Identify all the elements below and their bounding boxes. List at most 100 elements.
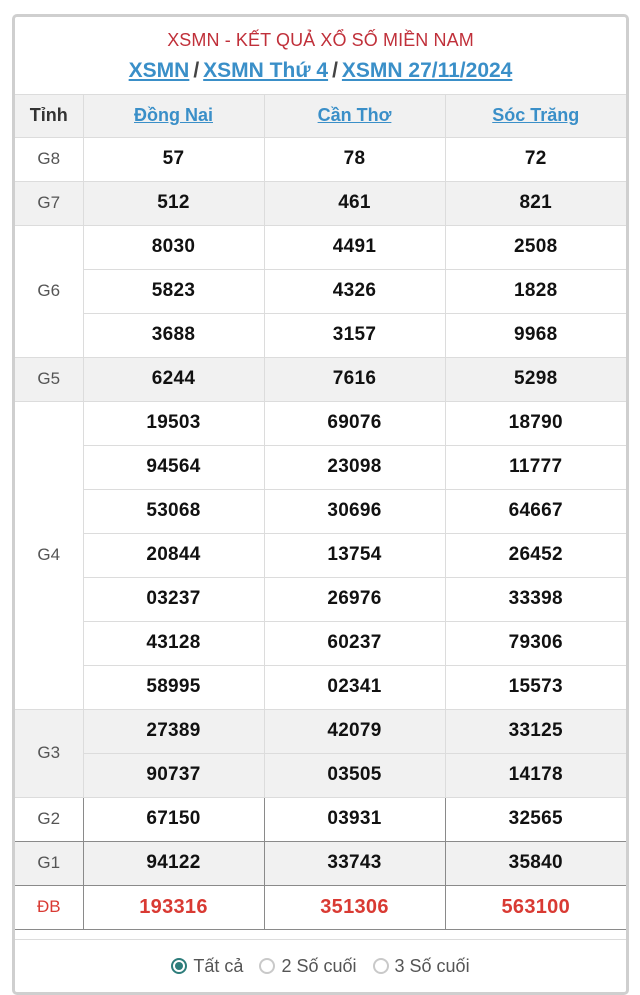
prize-number: 27389 [82, 708, 265, 754]
page-title: XSMN - KẾT QUẢ XỔ SỐ MIỀN NAM [167, 30, 474, 50]
prize-number: 79306 [444, 620, 626, 666]
prize-number: 03931 [263, 796, 446, 842]
prize-label: ĐB [15, 884, 84, 930]
prize-number: 461 [263, 180, 446, 226]
prize-number: 5298 [444, 356, 626, 402]
prize-number: 3688 [83, 312, 265, 358]
filter-option-all[interactable]: Tất cả [171, 956, 243, 977]
table-row: ĐB 193316 351306 563100 [15, 884, 626, 930]
prize-number: 13754 [263, 532, 446, 578]
prize-number: 67150 [82, 796, 265, 842]
prize-number: 33743 [263, 840, 446, 886]
prize-label: G3 [15, 708, 84, 798]
prize-number: 72 [444, 136, 626, 182]
table-row: G3 27389 42079 33125 [15, 708, 626, 798]
column-header-dong-nai: Đồng Nai [82, 95, 265, 138]
prize-label: G1 [15, 840, 84, 886]
radio-unselected-icon[interactable] [372, 958, 389, 974]
prize-number: 1828 [444, 268, 626, 314]
prize-number: 33125 [444, 708, 626, 754]
filter-option-last-3[interactable]: 3 Số cuối [372, 955, 470, 977]
prize-label: G4 [15, 400, 84, 710]
prize-number: 58995 [83, 664, 265, 710]
prize-label: G8 [15, 136, 84, 182]
prize-number: 19503 [82, 400, 265, 446]
radio-unselected-icon[interactable] [259, 958, 276, 974]
table-header-row: Tỉnh Đồng Nai Cần Thơ Sóc Trăng [15, 95, 626, 138]
prize-number: 15573 [444, 664, 626, 710]
radio-selected-icon[interactable] [171, 958, 188, 974]
table-row: 5823 4326 1828 [15, 268, 626, 314]
results-header: XSMN - KẾT QUẢ XỔ SỐ MIỀN NAM XSMN / XSMN … [15, 17, 626, 95]
table-row: 90737 03505 14178 [15, 752, 626, 798]
prize-number: 03505 [263, 752, 446, 798]
prize-number: 2508 [444, 224, 626, 270]
prize-number: 193316 [82, 884, 265, 930]
breadcrumb-link-weekday[interactable]: XSMN Thứ 4 [203, 59, 328, 82]
prize-label: G6 [15, 224, 84, 358]
prize-number: 53068 [83, 488, 265, 534]
column-header-can-tho: Cần Thơ [263, 95, 446, 138]
breadcrumb-separator: / [332, 59, 338, 82]
prize-label: G2 [15, 796, 84, 842]
table-row: G1 94122 33743 35840 [15, 840, 626, 886]
prize-number: 35840 [444, 840, 626, 886]
prize-number: 03237 [83, 576, 265, 622]
column-header-soc-trang: Sóc Trăng [444, 95, 626, 138]
breadcrumb-separator: / [193, 59, 200, 82]
table-row: 53068 30696 64667 [15, 488, 626, 534]
table-row: 3688 3157 9968 [15, 312, 626, 358]
prize-number: 20844 [83, 532, 265, 578]
prize-number: 512 [82, 180, 265, 226]
table-row: G7 512 461 821 [15, 180, 626, 226]
prize-number: 5823 [83, 268, 265, 314]
prize-number: 32565 [444, 796, 626, 842]
table-row: 58995 02341 15573 [15, 664, 626, 710]
prize-label: G7 [15, 180, 84, 226]
prize-number: 69076 [263, 400, 446, 446]
table-row: 43128 60237 79306 [15, 620, 626, 666]
filter-option-last-2[interactable]: 2 Số cuối [259, 955, 357, 977]
prize-number: 23098 [263, 444, 446, 490]
prize-number: 94564 [83, 444, 265, 490]
province-link-dong-nai[interactable]: Đồng Nai [134, 105, 213, 125]
province-link-can-tho[interactable]: Cần Thơ [318, 105, 392, 125]
table-row: 20844 13754 26452 [15, 532, 626, 578]
prize-number: 90737 [83, 752, 265, 798]
results-card: XSMN - KẾT QUẢ XỔ SỐ MIỀN NAM XSMN / XSMN … [12, 14, 629, 995]
table-row: 03237 26976 33398 [15, 576, 626, 622]
table-row: 94564 23098 11777 [15, 444, 626, 490]
table-row: G8 57 78 72 [15, 136, 626, 182]
prize-number: 7616 [263, 356, 446, 402]
prize-number: 78 [263, 136, 446, 182]
prize-label: G5 [15, 356, 84, 402]
filter-option-label: Tất cả [193, 955, 244, 976]
table-row: G4 19503 69076 18790 [15, 400, 626, 710]
filter-option-label: 3 Số cuối [394, 955, 470, 976]
prize-number: 43128 [83, 620, 265, 666]
breadcrumb-link-xsmn[interactable]: XSMN [129, 59, 190, 82]
results-table: Tỉnh Đồng Nai Cần Thơ Sóc Trăng G8 57 78 72… [15, 95, 626, 930]
table-row: G2 67150 03931 32565 [15, 796, 626, 842]
prize-number: 11777 [444, 444, 626, 490]
prize-number: 57 [82, 136, 265, 182]
column-header-province: Tỉnh [15, 95, 84, 138]
prize-number: 563100 [444, 884, 626, 930]
province-link-soc-trang[interactable]: Sóc Trăng [492, 105, 579, 125]
prize-number: 02341 [263, 664, 446, 710]
table-row: G6 8030 4491 2508 [15, 224, 626, 358]
prize-number: 14178 [444, 752, 626, 798]
prize-number: 821 [444, 180, 626, 226]
filter-option-label: 2 Số cuối [281, 955, 357, 976]
breadcrumb-link-date[interactable]: XSMN 27/11/2024 [342, 59, 512, 82]
prize-number: 6244 [82, 356, 265, 402]
prize-number: 4326 [263, 268, 446, 314]
prize-number: 42079 [263, 708, 446, 754]
prize-number: 30696 [263, 488, 446, 534]
digit-filter: Tất cả 2 Số cuối 3 Số cuối [15, 939, 626, 992]
prize-number: 3157 [263, 312, 446, 358]
prize-number: 351306 [263, 884, 446, 930]
breadcrumb: XSMN / XSMN Thứ 4/XSMN 27/11/2024 [15, 57, 626, 85]
prize-number: 26452 [444, 532, 626, 578]
prize-number: 26976 [263, 576, 446, 622]
